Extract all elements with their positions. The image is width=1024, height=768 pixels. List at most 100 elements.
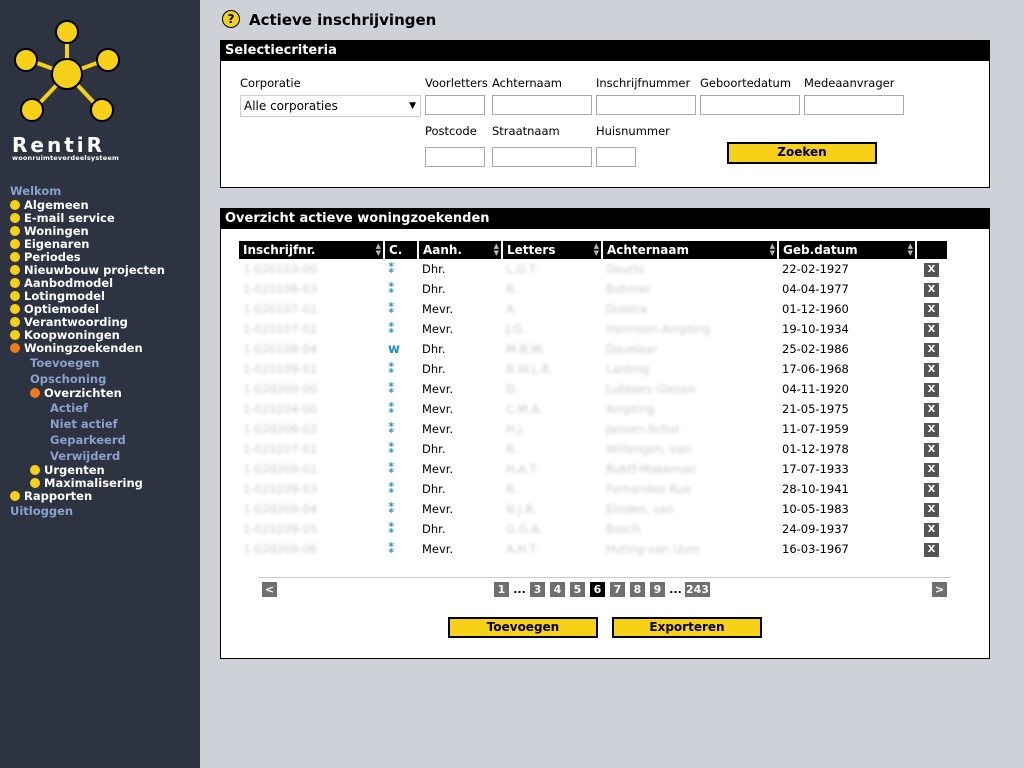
delete-icon[interactable]: X [924,443,939,457]
nav-optiemodel[interactable]: Optiemodel [10,302,99,316]
nav-periodes[interactable]: Periodes [10,250,81,264]
page-1-button[interactable]: 1 [494,582,509,597]
nav-verantwoording[interactable]: Verantwoording [10,315,128,329]
next-page-button[interactable]: > [932,582,947,597]
nav-rapporten[interactable]: Rapporten [10,489,92,503]
nav-niet-actief[interactable]: Niet actief [50,417,118,431]
corporatie-select[interactable]: Alle corporaties ▼ [240,95,421,117]
delete-icon[interactable]: X [924,543,939,557]
cell-achternaam: Huting-van Uum [606,542,700,556]
cell-gebdatum: 17-07-1933 [782,462,849,476]
delete-icon[interactable]: X [924,503,939,517]
delete-icon[interactable]: X [924,423,939,437]
cell-gebdatum: 16-03-1967 [782,542,849,556]
column-header-c[interactable]: C. [384,241,419,259]
prev-page-button[interactable]: < [262,582,277,597]
huisnummer-input[interactable] [596,147,636,167]
delete-icon[interactable]: X [924,463,939,477]
column-header-gebdatum[interactable]: Geb.datum ▲ ▼ [778,241,917,259]
bullet-icon [10,317,20,327]
table-row[interactable]: 1-020209-01 ⁑ Mevr. H.A.T. Rubtf-Makeman 17-0… [239,459,947,479]
nav-verwijderd[interactable]: Verwijderd [50,449,120,463]
table-row[interactable]: 1-020206-02 ⁑ Mevr. H.J. Jansen-Schol 11-07-1… [239,419,947,439]
huisnummer-label: Huisnummer [596,124,670,138]
add-button[interactable]: Toevoegen [448,617,598,638]
voorletters-input[interactable] [425,95,485,115]
nav-actief[interactable]: Actief [50,401,88,415]
nav-welkom[interactable]: Welkom [10,184,61,198]
cell-gebdatum: 25-02-1986 [782,342,849,356]
nav-lotingmodel[interactable]: Lotingmodel [10,289,105,303]
table-row[interactable]: 1-020204-00 ⁑ Mevr. C.M.A. Ampting 21-05-1975… [239,399,947,419]
search-button[interactable]: Zoeken [727,142,877,164]
nav-eigenaren[interactable]: Eigenaren [10,237,89,251]
page-6-button-current[interactable]: 6 [590,582,605,597]
delete-icon[interactable]: X [924,523,939,537]
medeaanvrager-input[interactable] [804,95,904,115]
column-header-inschrijfnr[interactable]: Inschrijfnr. ▲ ▼ [239,241,385,259]
table-row[interactable]: 1-020209-05 ⁑ Dhr. G.G.A. Bosch 24-09-1937 X [239,519,947,539]
table-row[interactable]: 1-020108-04 w Dhr. M.B.W. Davelaar 25-02-1986… [239,339,947,359]
nav-urgenten[interactable]: Urgenten [30,463,105,477]
table-row[interactable]: 1-020207-01 ⁑ Dhr. R. Willengen, van 01-12-19… [239,439,947,459]
export-button[interactable]: Exporteren [612,617,762,638]
table-row[interactable]: 1-020106-03 ⁑ Dhr. R. Bohmer 04-04-1977 X [239,279,947,299]
postcode-input[interactable] [425,147,485,167]
nav-nieuwbouw-projecten[interactable]: Nieuwbouw projecten [10,263,165,277]
table-row[interactable]: 1-020209-06 ⁑ Mevr. A.H.T. Huting-van Uum 16-… [239,539,947,559]
page-3-button[interactable]: 3 [530,582,545,597]
nav-koopwoningen[interactable]: Koopwoningen [10,328,120,342]
page-7-button[interactable]: 7 [610,582,625,597]
nav-geparkeerd[interactable]: Geparkeerd [50,433,126,447]
column-header-aanh[interactable]: Aanh. ▲ ▼ [418,241,503,259]
cell-letters: L.G.T. [506,262,538,276]
table-row[interactable]: 1-020107-01 ⁑ Mevr. A. Dolstra 01-12-1960 X [239,299,947,319]
page-9-button[interactable]: 9 [650,582,665,597]
delete-icon[interactable]: X [924,283,939,297]
table-row[interactable]: 1-020103-00 ⁑ Dhr. L.G.T. Geurts 22-02-1927 X [239,259,947,279]
achternaam-input[interactable] [492,95,592,115]
nav-woningzoekenden[interactable]: Woningzoekenden [10,341,143,355]
nav-email-service[interactable]: E-mail service [10,211,115,225]
page-5-button[interactable]: 5 [570,582,585,597]
straatnaam-input[interactable] [492,147,592,167]
table-row[interactable]: 1-020200-00 ⁑ Mevr. D. Lubbers-Giesen 04-11-1… [239,379,947,399]
delete-icon[interactable]: X [924,363,939,377]
delete-icon[interactable]: X [924,323,939,337]
table-row[interactable]: 1-020209-03 ⁑ Dhr. R. Fernandez Rue 28-10-194… [239,479,947,499]
delete-icon[interactable]: X [924,343,939,357]
cell-achternaam: Jansen-Schol [606,422,680,436]
table-row[interactable]: 1-020109-01 ⁑ Dhr. B.W.L.R. Lanting 17-06-196… [239,359,947,379]
delete-icon[interactable]: X [924,483,939,497]
nav-overzichten[interactable]: Overzichten [30,386,122,400]
page-243-button[interactable]: 243 [685,582,710,597]
cell-achternaam: Harmsen-Ampting [606,322,711,336]
bullet-icon [10,213,20,223]
geboortedatum-input[interactable] [700,95,800,115]
nav-opschoning[interactable]: Opschoning [30,372,106,386]
nav-aanbodmodel[interactable]: Aanbodmodel [10,276,113,290]
nav-toevoegen[interactable]: Toevoegen [30,356,99,370]
postcode-label: Postcode [425,124,477,138]
nav-uitloggen[interactable]: Uitloggen [10,504,73,518]
nav-woningen[interactable]: Woningen [10,224,89,238]
inschrijfnummer-input[interactable] [596,95,696,115]
delete-icon[interactable]: X [924,263,939,277]
column-header-letters[interactable]: Letters ▲ ▼ [502,241,603,259]
cell-gebdatum: 21-05-1975 [782,402,849,416]
column-header-achternaam[interactable]: Achternaam ▲ ▼ [602,241,779,259]
table-row[interactable]: 1-020209-04 ⁑ Mevr. N.J.R. Einden, van 10-05-… [239,499,947,519]
cell-delete: X [916,279,947,299]
page-8-button[interactable]: 8 [630,582,645,597]
column-header-delete [916,241,947,259]
delete-icon[interactable]: X [924,383,939,397]
cell-c: ⁑ [384,359,418,379]
page-4-button[interactable]: 4 [550,582,565,597]
nav-maximalisering[interactable]: Maximalisering [30,476,143,490]
help-icon[interactable]: ? [222,10,240,28]
table-row[interactable]: 1-020107-02 ⁑ Mevr. J.G. Harmsen-Ampting 19-1… [239,319,947,339]
delete-icon[interactable]: X [924,303,939,317]
cell-aanh: Dhr. [422,262,446,276]
nav-algemeen[interactable]: Algemeen [10,198,89,212]
delete-icon[interactable]: X [924,403,939,417]
